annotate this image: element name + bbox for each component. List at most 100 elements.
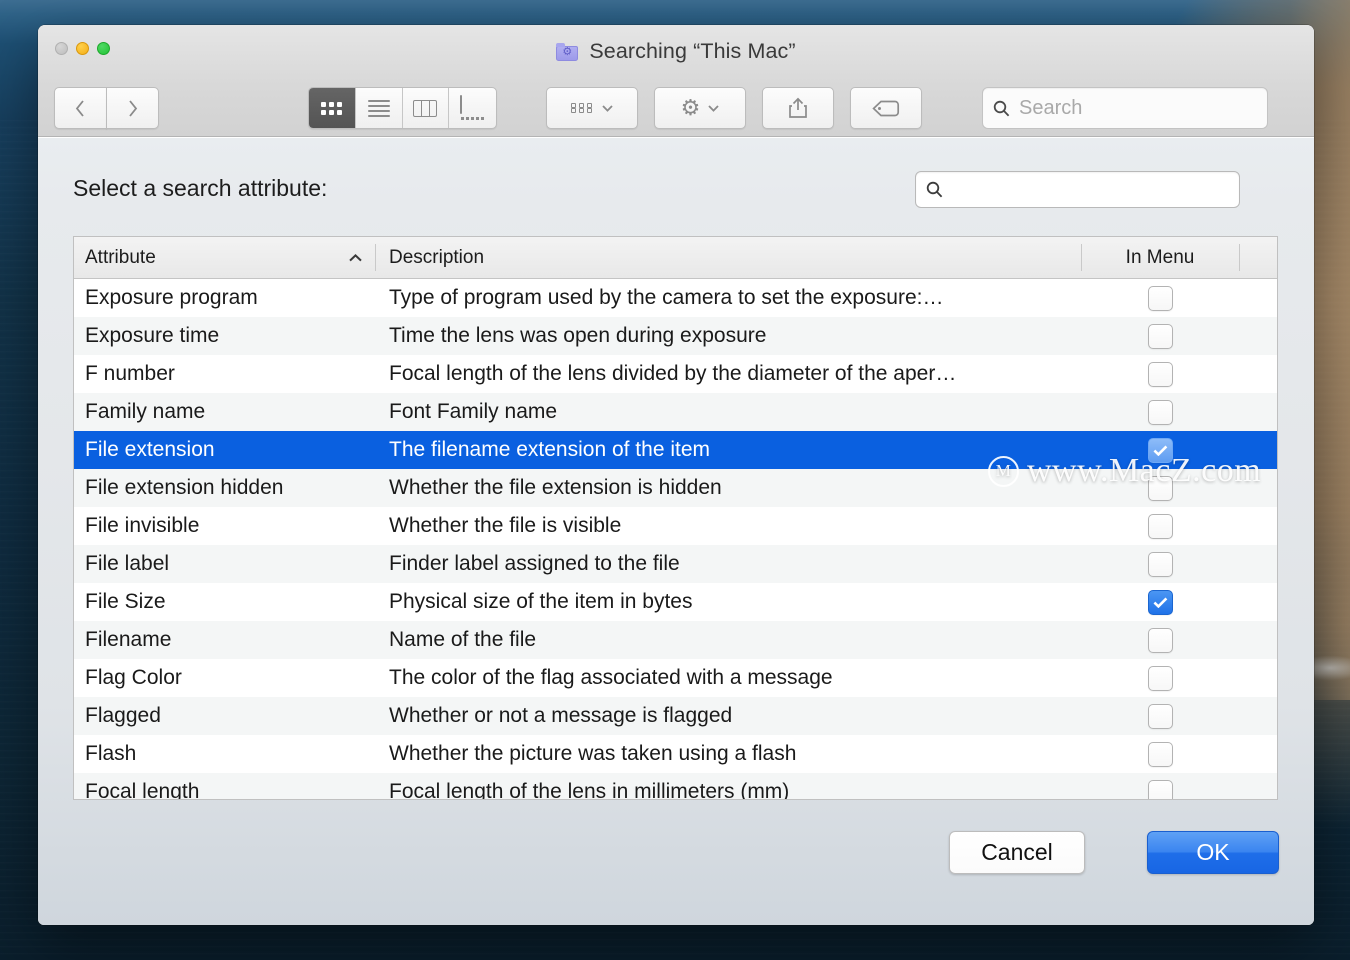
cell-description: Physical size of the item in bytes [389,590,693,613]
tags-button[interactable] [850,87,922,129]
cell-attribute: Filename [85,628,172,651]
cell-in-menu [1081,475,1239,501]
in-menu-checkbox[interactable] [1147,741,1173,767]
column-header-in-menu[interactable]: In Menu [1081,237,1239,278]
icon-view-icon [321,101,343,115]
cell-attribute: Flag Color [85,666,182,689]
in-menu-checkbox[interactable] [1147,475,1173,501]
table-header-row: Attribute Description In Menu [74,237,1277,279]
table-row[interactable]: File extension hidden Whether the file ex… [74,469,1277,507]
cell-attribute: Family name [85,400,206,423]
ok-button[interactable]: OK [1147,831,1279,874]
column-header-description-label: Description [389,246,485,268]
cell-in-menu [1081,551,1239,577]
cell-description: Type of program used by the camera to se… [389,286,944,309]
list-view-icon [367,99,390,117]
column-header-in-menu-label: In Menu [1125,246,1195,268]
cell-description: Whether or not a message is flagged [389,704,733,727]
cancel-button[interactable]: Cancel [949,831,1085,874]
cell-description: The color of the flag associated with a … [389,666,833,689]
action-button[interactable]: ⚙ [654,87,746,129]
table-row[interactable]: File Size Physical size of the item in by… [74,583,1277,621]
cell-in-menu [1081,779,1239,799]
in-menu-checkbox[interactable] [1147,399,1173,425]
in-menu-checkbox[interactable] [1147,361,1173,387]
cell-attribute: File Size [85,590,166,613]
cell-attribute: File invisible [85,514,200,537]
column-header-attribute[interactable]: Attribute [74,237,375,278]
cover-flow-view-icon [460,95,485,120]
table-row[interactable]: Flash Whether the picture was taken using… [74,735,1277,773]
sort-ascending-icon [349,253,362,261]
arrange-button[interactable] [546,87,638,129]
search-folder-icon: ⚙ [556,42,579,61]
in-menu-checkbox[interactable] [1147,589,1173,615]
cell-in-menu [1081,741,1239,767]
in-menu-checkbox[interactable] [1147,665,1173,691]
column-header-spacer [1239,237,1277,278]
cell-attribute: Exposure time [85,324,220,347]
cell-in-menu [1081,513,1239,539]
table-row[interactable]: Exposure program Type of program used by … [74,279,1277,317]
view-mode-segmented-control[interactable] [308,87,497,129]
table-row[interactable]: Focal length Focal length of the lens in … [74,773,1277,800]
forward-button[interactable] [106,87,159,129]
column-header-attribute-label: Attribute [85,246,156,268]
table-row[interactable]: File extension The filename extension of … [74,431,1277,469]
column-header-description[interactable]: Description [375,237,1081,278]
toolbar-search-field[interactable]: Search [982,87,1268,129]
share-button[interactable] [762,87,834,129]
table-row[interactable]: Filename Name of the file [74,621,1277,659]
cell-in-menu [1081,665,1239,691]
cell-description: Name of the file [389,628,537,651]
cell-description: Finder label assigned to the file [389,552,680,575]
chevron-down-icon [708,104,720,112]
table-row[interactable]: File invisible Whether the file is visibl… [74,507,1277,545]
in-menu-checkbox[interactable] [1147,551,1173,577]
in-menu-checkbox[interactable] [1147,437,1173,463]
cell-description: The filename extension of the item [389,438,711,461]
table-row[interactable]: Flagged Whether or not a message is flagg… [74,697,1277,735]
table-row[interactable]: Family name Font Family name [74,393,1277,431]
cell-attribute: F number [85,362,175,385]
table-row[interactable]: File label Finder label assigned to the f… [74,545,1277,583]
attribute-filter-input[interactable] [915,171,1240,208]
in-menu-checkbox[interactable] [1147,627,1173,653]
view-mode-column[interactable] [403,88,450,128]
view-mode-coverflow[interactable] [449,88,496,128]
forward-icon [129,99,138,117]
back-icon [75,99,84,117]
search-icon [926,181,943,198]
cell-description: Font Family name [389,400,558,423]
in-menu-checkbox[interactable] [1147,323,1173,349]
cell-description: Whether the picture was taken using a fl… [389,742,797,765]
table-row[interactable]: Exposure time Time the lens was open duri… [74,317,1277,355]
sheet-header: Select a search attribute: [38,138,1314,236]
cell-description: Focal length of the lens divided by the … [389,362,957,385]
sheet-prompt: Select a search attribute: [73,175,328,201]
back-button[interactable] [54,87,107,129]
window-titlebar: ⚙ Searching “This Mac” ⚙ Search [38,25,1314,137]
cell-in-menu [1081,437,1239,463]
in-menu-checkbox[interactable] [1147,285,1173,311]
gear-icon: ⚙ [680,95,701,120]
attributes-table: Attribute Description In Menu Exposure p… [73,236,1278,800]
cell-description: Focal length of the lens in millimeters … [389,780,790,800]
view-mode-list[interactable] [356,88,403,128]
table-body: Exposure program Type of program used by … [74,279,1277,799]
column-view-icon [413,99,438,117]
cell-in-menu [1081,589,1239,615]
table-row[interactable]: F number Focal length of the lens divided… [74,355,1277,393]
cell-in-menu [1081,627,1239,653]
search-attribute-sheet: Select a search attribute: Attribute Des… [38,137,1314,925]
cell-in-menu [1081,285,1239,311]
toolbar-search-placeholder: Search [1019,96,1083,119]
cell-description: Time the lens was open during exposure [389,324,767,347]
view-mode-icon[interactable] [309,88,356,128]
in-menu-checkbox[interactable] [1147,703,1173,729]
cell-attribute: Flash [85,742,137,765]
table-row[interactable]: Flag Color The color of the flag associat… [74,659,1277,697]
checkmark-icon [1153,596,1167,608]
in-menu-checkbox[interactable] [1147,779,1173,799]
in-menu-checkbox[interactable] [1147,513,1173,539]
